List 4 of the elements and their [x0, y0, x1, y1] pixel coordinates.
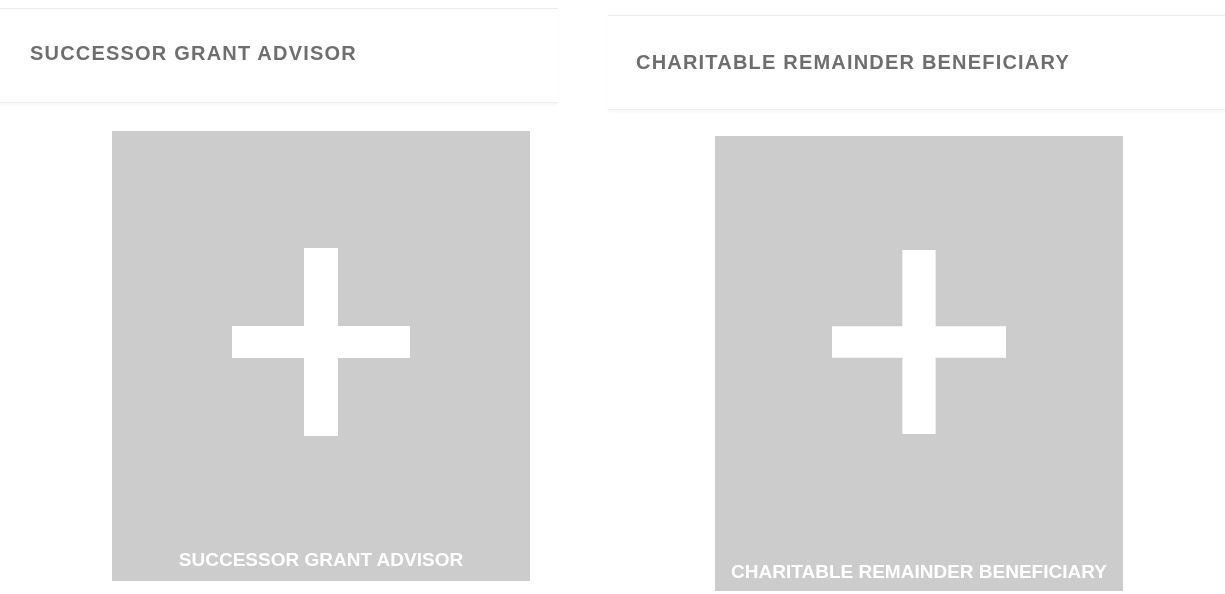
panel-title: SUCCESSOR GRANT ADVISOR	[30, 42, 357, 65]
add-icon	[832, 250, 1006, 434]
panel-title: CHARITABLE REMAINDER BENEFICIARY	[636, 51, 1070, 74]
add-icon	[232, 248, 410, 436]
